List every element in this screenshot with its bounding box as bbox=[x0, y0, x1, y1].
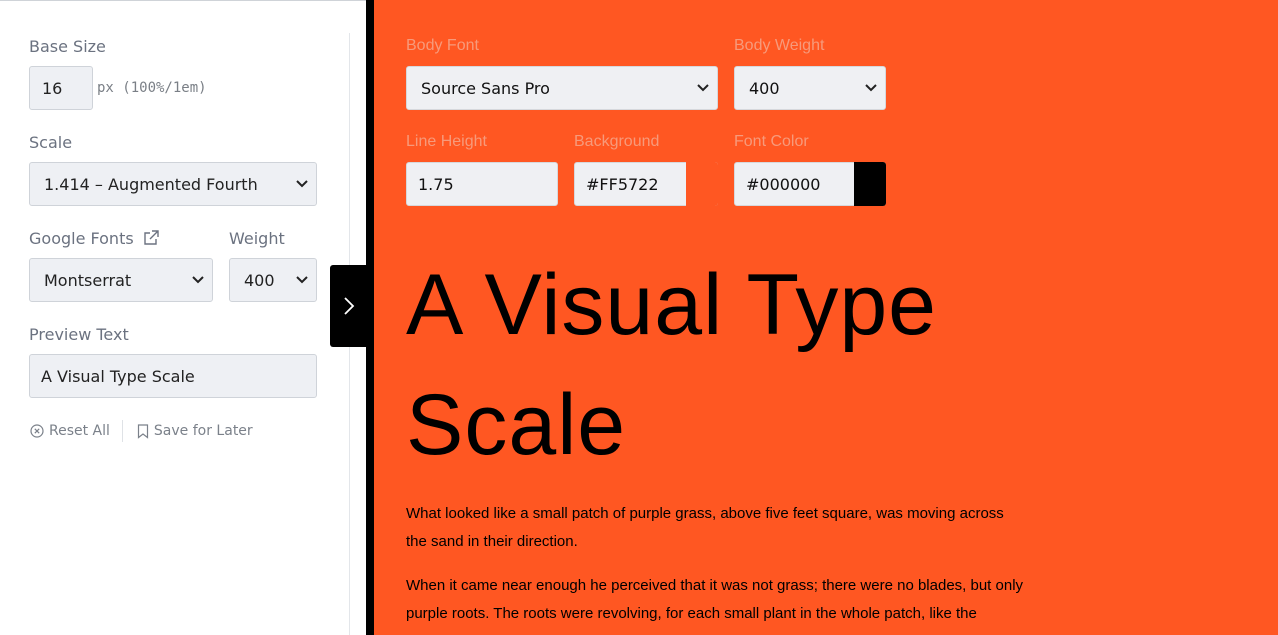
scale-label: Scale bbox=[29, 133, 73, 152]
bookmark-icon bbox=[137, 423, 149, 439]
chevron-down-icon bbox=[192, 276, 204, 284]
base-size-label: Base Size bbox=[29, 37, 106, 56]
background-color-swatch[interactable] bbox=[686, 162, 718, 206]
save-for-later-button[interactable]: Save for Later bbox=[137, 423, 253, 439]
background-color-value: #FF5722 bbox=[586, 174, 659, 194]
preview-text-label: Preview Text bbox=[29, 325, 129, 344]
preview-text-input[interactable]: A Visual Type Scale bbox=[29, 354, 317, 398]
base-size-unit: px (100%/1em) bbox=[97, 80, 207, 96]
chevron-down-icon bbox=[697, 84, 709, 92]
background-color-input[interactable]: #FF5722 bbox=[574, 162, 718, 206]
weight-select[interactable]: 400 bbox=[229, 258, 317, 302]
scale-selected-value: 1.414 – Augmented Fourth bbox=[44, 174, 258, 194]
actions-divider bbox=[121, 420, 123, 442]
font-color-swatch[interactable] bbox=[854, 162, 886, 206]
google-fonts-select[interactable]: Montserrat bbox=[29, 258, 213, 302]
circle-x-icon bbox=[30, 424, 44, 438]
reset-all-label: Reset All bbox=[49, 423, 110, 439]
weight-label: Weight bbox=[229, 229, 285, 248]
preview-paragraph-1: What looked like a small patch of purple… bbox=[406, 505, 1004, 550]
google-fonts-selected-value: Montserrat bbox=[44, 270, 132, 290]
sidebar-toggle-button[interactable] bbox=[330, 265, 368, 347]
body-font-select[interactable]: Source Sans Pro bbox=[406, 66, 718, 110]
chevron-down-icon bbox=[296, 180, 308, 188]
body-weight-select[interactable]: 400 bbox=[734, 66, 886, 110]
body-weight-selected-value: 400 bbox=[749, 78, 780, 98]
chevron-right-icon bbox=[344, 297, 355, 315]
save-for-later-label: Save for Later bbox=[153, 423, 253, 439]
body-font-selected-value: Source Sans Pro bbox=[421, 78, 550, 98]
base-size-input[interactable]: 16 bbox=[29, 66, 93, 110]
external-link-icon[interactable] bbox=[143, 230, 159, 246]
font-color-label: Font Color bbox=[734, 133, 809, 150]
preview-heading: A Visual Type Scale bbox=[406, 257, 937, 473]
settings-sidebar: Base Size 16 px (100%/1em) Scale 1.414 –… bbox=[0, 0, 366, 635]
line-height-label: Line Height bbox=[406, 133, 487, 150]
font-color-input[interactable]: #000000 bbox=[734, 162, 886, 206]
preview-paragraph-2: When it came near enough he perceived th… bbox=[406, 577, 1024, 622]
font-color-value: #000000 bbox=[746, 174, 821, 194]
body-font-label: Body Font bbox=[406, 37, 479, 54]
body-weight-label: Body Weight bbox=[734, 37, 825, 54]
scale-select[interactable]: 1.414 – Augmented Fourth bbox=[29, 162, 317, 206]
reset-all-button[interactable]: Reset All bbox=[30, 423, 110, 439]
line-height-input[interactable]: 1.75 bbox=[406, 162, 558, 206]
top-border bbox=[0, 0, 366, 1]
google-fonts-label: Google Fonts bbox=[29, 229, 159, 248]
sidebar-actions: Reset All Save for Later bbox=[30, 419, 253, 443]
google-fonts-label-text: Google Fonts bbox=[29, 229, 134, 248]
chevron-down-icon bbox=[296, 276, 308, 284]
background-label: Background bbox=[574, 133, 660, 150]
chevron-down-icon bbox=[865, 84, 877, 92]
preview-panel: Body Font Source Sans Pro Body Weight 40… bbox=[374, 0, 1278, 635]
weight-selected-value: 400 bbox=[244, 270, 275, 290]
